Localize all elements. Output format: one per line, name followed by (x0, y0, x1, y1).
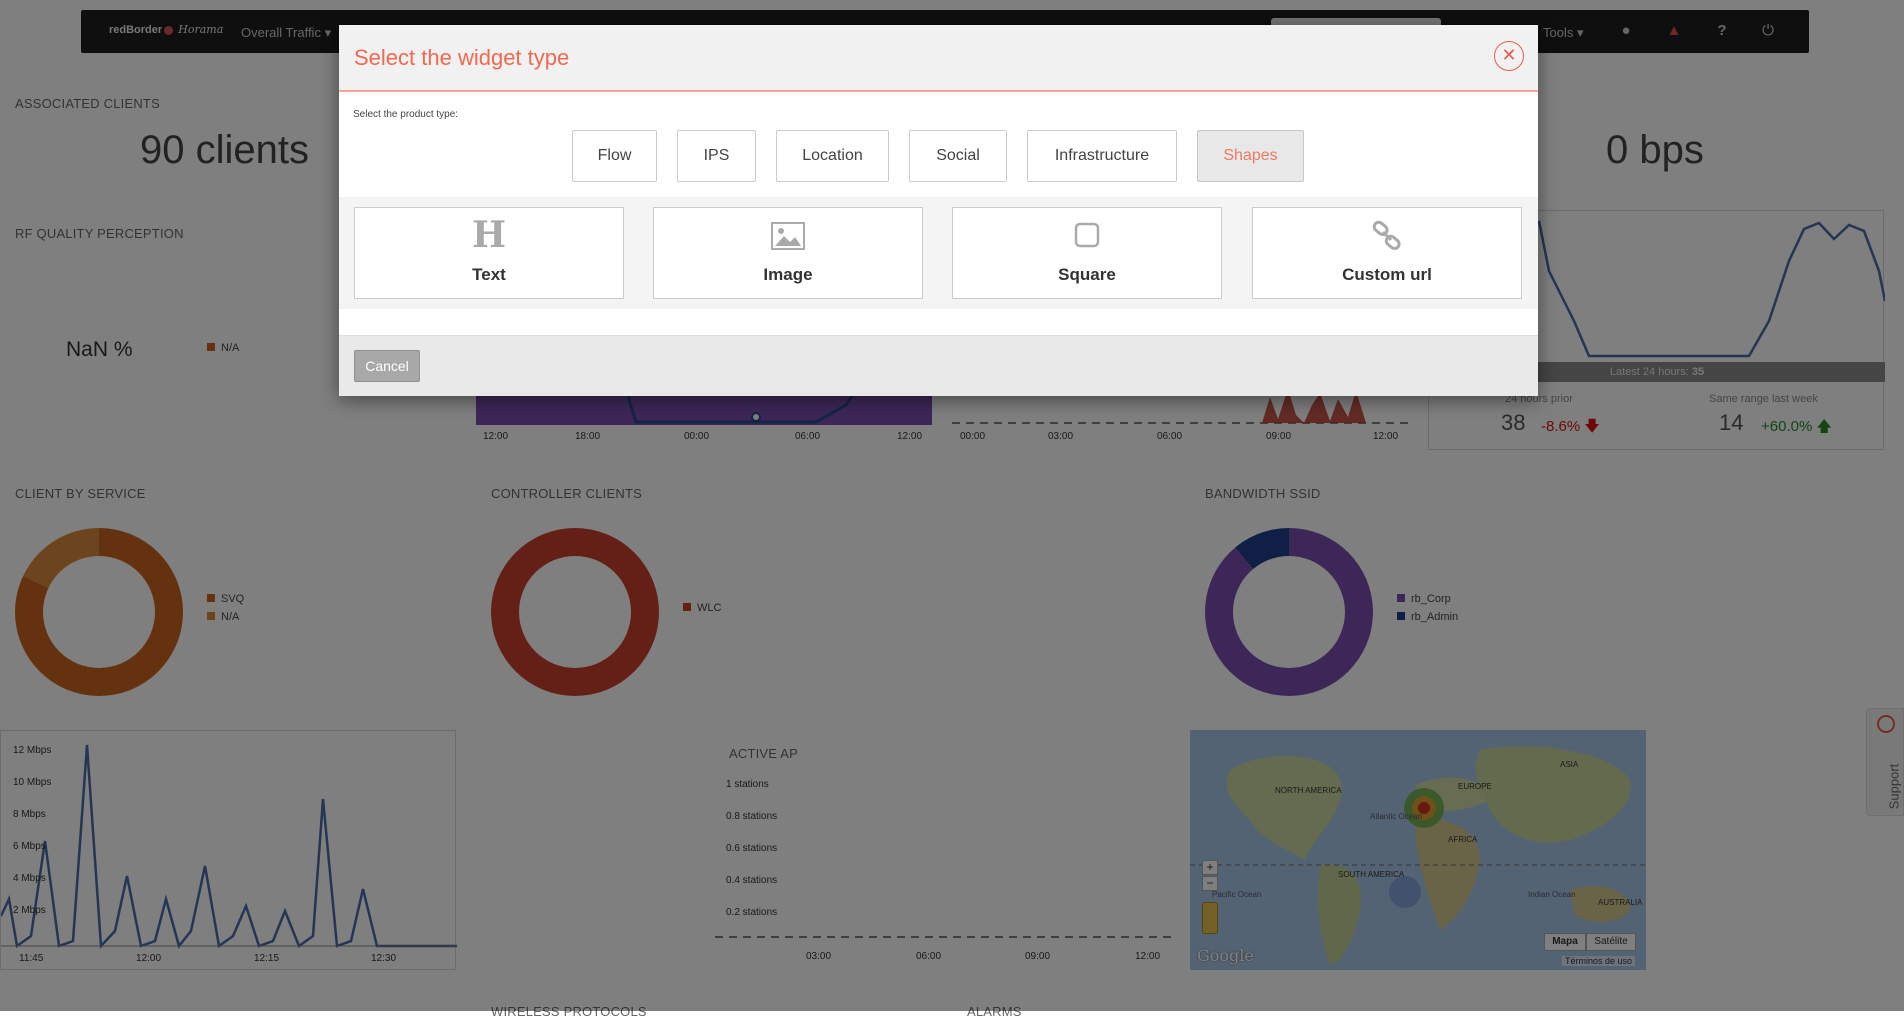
product-type-shapes[interactable]: Shapes (1197, 130, 1304, 182)
modal-title: Select the widget type (354, 45, 570, 70)
widget-type-row: H Text Image Square Custom url (339, 197, 1538, 309)
widget-type-text[interactable]: H Text (354, 207, 624, 299)
modal-header: Select the widget type ✕ (339, 25, 1538, 92)
link-icon (1253, 218, 1521, 252)
product-type-infrastructure[interactable]: Infrastructure (1027, 130, 1177, 182)
widget-type-square[interactable]: Square (952, 207, 1222, 299)
widget-type-text-label: Text (472, 265, 506, 284)
modal-footer: Cancel (339, 335, 1538, 396)
product-type-social[interactable]: Social (909, 130, 1007, 182)
product-type-flow[interactable]: Flow (572, 130, 657, 182)
close-icon: ✕ (1501, 45, 1517, 65)
picture-icon (654, 218, 922, 252)
widget-type-modal: Select the widget type ✕ Select the prod… (339, 25, 1538, 396)
heading-icon: H (471, 214, 506, 256)
product-type-ips[interactable]: IPS (677, 130, 756, 182)
widget-type-custom-url[interactable]: Custom url (1252, 207, 1522, 299)
widget-type-custom-url-label: Custom url (1342, 265, 1432, 284)
close-button[interactable]: ✕ (1494, 41, 1524, 71)
square-icon (953, 218, 1221, 252)
widget-type-image[interactable]: Image (653, 207, 923, 299)
product-type-label: Select the product type: (353, 109, 459, 120)
widget-type-square-label: Square (1058, 265, 1116, 284)
widget-type-image-label: Image (763, 265, 813, 284)
cancel-button[interactable]: Cancel (354, 350, 420, 382)
product-type-location[interactable]: Location (776, 130, 889, 182)
